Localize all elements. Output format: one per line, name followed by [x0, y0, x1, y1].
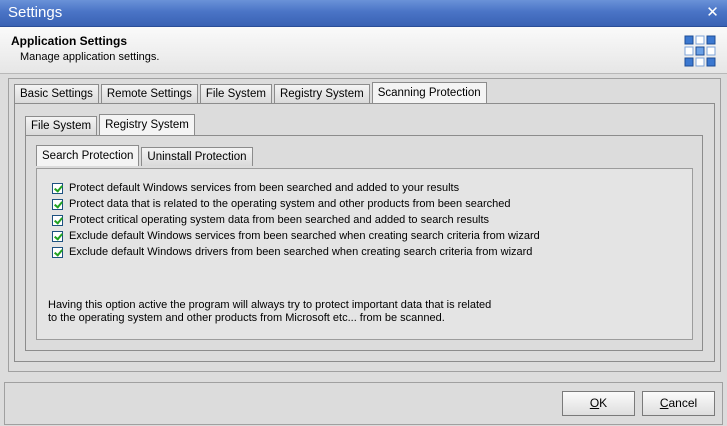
sub-tab-strip: File System Registry System [25, 114, 197, 135]
option-row[interactable]: Exclude default Windows services from be… [52, 229, 540, 243]
header-subtitle: Manage application settings. [20, 51, 160, 63]
option-row[interactable]: Protect data that is related to the oper… [52, 197, 510, 211]
option-label: Protect critical operating system data f… [69, 214, 490, 226]
checkbox[interactable] [52, 182, 63, 194]
ok-label: K [599, 396, 608, 410]
cancel-button[interactable]: Cancel [642, 391, 715, 416]
tab-registry-system[interactable]: Registry System [273, 84, 370, 103]
checkbox[interactable] [52, 214, 63, 226]
tab-search-protection[interactable]: Search Protection [36, 145, 140, 166]
tab-sub-registry-system[interactable]: Registry System [99, 114, 195, 135]
protection-note: Having this option active the program wi… [48, 299, 568, 325]
option-row[interactable]: Protect default Windows services from be… [52, 181, 459, 195]
window-title: Settings [8, 4, 63, 21]
tab-file-system[interactable]: File System [199, 84, 272, 103]
tab-sub-file-system[interactable]: File System [25, 116, 98, 135]
grid-logo-icon [684, 35, 716, 67]
note-line-2: to the operating system and other produc… [48, 312, 445, 324]
tab-basic-settings[interactable]: Basic Settings [14, 84, 99, 103]
option-label: Protect data that is related to the oper… [69, 198, 511, 210]
main-tab-strip: Basic Settings Remote Settings File Syst… [14, 82, 489, 103]
inner-tab-strip: Search Protection Uninstall Protection [36, 145, 255, 166]
search-protection-content: Protect default Windows services from be… [36, 168, 693, 340]
ok-button[interactable]: OK [562, 391, 635, 416]
option-row[interactable]: Protect critical operating system data f… [52, 213, 489, 227]
tab-remote-settings[interactable]: Remote Settings [100, 84, 198, 103]
settings-header: Application Settings Manage application … [0, 27, 727, 74]
tab-uninstall-protection[interactable]: Uninstall Protection [141, 147, 253, 166]
option-label: Exclude default Windows services from be… [69, 230, 540, 242]
checkbox[interactable] [52, 246, 63, 258]
checkbox[interactable] [52, 198, 63, 210]
ok-mnemonic: O [589, 396, 600, 410]
option-row[interactable]: Exclude default Windows drivers from bee… [52, 245, 532, 259]
close-icon[interactable]: ✕ [704, 4, 721, 21]
dialog-footer: OK Cancel [4, 382, 723, 425]
note-line-1: Having this option active the program wi… [48, 299, 492, 311]
cancel-label: ancel [668, 396, 698, 410]
title-bar[interactable]: Settings ✕ [0, 0, 727, 27]
option-label: Protect default Windows services from be… [69, 182, 460, 194]
checkbox[interactable] [52, 230, 63, 242]
settings-window: Settings ✕ Application Settings Manage a… [0, 0, 727, 426]
tab-scanning-protection[interactable]: Scanning Protection [371, 82, 487, 103]
option-label: Exclude default Windows drivers from bee… [69, 246, 533, 258]
header-title: Application Settings [11, 34, 128, 48]
